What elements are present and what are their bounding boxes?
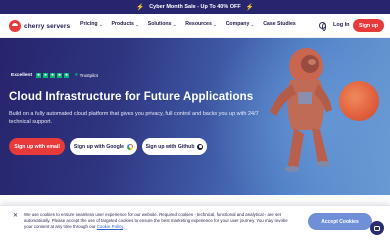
github-icon <box>197 143 204 150</box>
trustpilot-star-icon: ★ <box>43 72 49 78</box>
menu-item-label: Products <box>111 21 134 27</box>
promo-text[interactable]: Cyber Month Sale - Up To 40% OFF <box>149 4 241 10</box>
top-navbar: cherry servers Pricing ⌄ Products ⌄ Solu… <box>0 14 390 38</box>
lightning-icon: ⚡ <box>245 4 254 11</box>
menu-item-label: Pricing <box>80 21 98 27</box>
menu-item-company[interactable]: Company ⌄ <box>226 21 255 27</box>
close-icon[interactable]: ✕ <box>13 212 18 219</box>
globe-icon[interactable] <box>319 22 326 31</box>
chevron-down-icon: ⌄ <box>172 21 177 27</box>
promo-bar[interactable]: ⚡ Cyber Month Sale - Up To 40% OFF ⚡ <box>0 0 390 14</box>
logo-text: cherry servers <box>24 22 71 30</box>
astronaut-illustration <box>270 48 332 172</box>
hero-section: Excellent ★ ★ ★ ★ ★ ★ Trustpilot Cloud I… <box>0 38 390 195</box>
menu-item-resources[interactable]: Resources ⌄ <box>185 21 216 27</box>
trustpilot-star-icon: ★ <box>64 72 70 78</box>
planet-illustration <box>339 81 379 121</box>
cookie-banner: ✕ We use cookies to ensure seamless user… <box>0 205 390 240</box>
trustpilot-star-icon: ★ <box>57 72 63 78</box>
chevron-down-icon: ⌄ <box>213 21 217 27</box>
menu-item-label: Solutions <box>147 21 172 27</box>
hero-subtext: Build on a fully automated cloud platfor… <box>9 111 259 125</box>
signup-google-label: Sign up with Google <box>73 143 125 150</box>
chat-button[interactable] <box>370 221 384 235</box>
trustpilot-star-icon: ★ <box>50 72 56 78</box>
trustpilot-brand-text: Trustpilot <box>79 72 98 78</box>
lightning-icon: ⚡ <box>136 4 145 11</box>
rating-label: Excellent <box>11 72 33 78</box>
hero-headline: Cloud Infrastructure for Future Applicat… <box>9 91 254 103</box>
login-link[interactable]: Log In <box>333 22 350 28</box>
signup-github-button[interactable]: Sign up with Github <box>142 138 207 155</box>
content-strip <box>0 195 390 205</box>
cookie-text-end: . <box>123 224 125 229</box>
menu-item-label: Case Studies <box>263 21 296 27</box>
menu-item-products[interactable]: Products ⌄ <box>111 21 138 27</box>
chat-icon <box>374 225 380 231</box>
logo[interactable]: cherry servers <box>9 20 70 32</box>
trustpilot-star-icon: ★ <box>36 72 42 78</box>
trustpilot-logo-icon: ★ <box>74 72 79 78</box>
trustpilot-rating[interactable]: Excellent ★ ★ ★ ★ ★ ★ Trustpilot <box>11 72 98 78</box>
chevron-down-icon: ⌄ <box>99 21 103 27</box>
accept-cookies-button[interactable]: Accept Cookies <box>308 213 372 230</box>
main-menu: Pricing ⌄ Products ⌄ Solutions ⌄ Resourc… <box>80 21 305 27</box>
cherry-logo-icon <box>9 20 21 32</box>
cookie-text: We use cookies to ensure seamless user e… <box>24 212 296 230</box>
signup-button[interactable]: Sign up <box>353 19 384 32</box>
signup-github-label: Sign up with Github <box>145 143 195 150</box>
cookie-message: We use cookies to ensure seamless user e… <box>24 212 288 229</box>
chevron-down-icon: ⌄ <box>135 21 139 27</box>
menu-item-pricing[interactable]: Pricing ⌄ <box>80 21 102 27</box>
menu-item-case-studies[interactable]: Case Studies <box>263 21 296 27</box>
signup-google-button[interactable]: Sign up with Google <box>70 138 137 155</box>
google-icon <box>127 143 134 150</box>
menu-item-label: Resources <box>185 21 212 27</box>
cookie-policy-link[interactable]: Cookie Policy <box>97 224 123 229</box>
menu-item-solutions[interactable]: Solutions ⌄ <box>148 21 177 27</box>
trustpilot-brand: ★ Trustpilot <box>74 72 98 78</box>
signup-email-label: Sign up with email <box>14 143 60 150</box>
chevron-down-icon: ⌄ <box>250 21 255 27</box>
menu-item-label: Company <box>225 21 250 27</box>
signup-email-button[interactable]: Sign up with email <box>9 138 65 155</box>
